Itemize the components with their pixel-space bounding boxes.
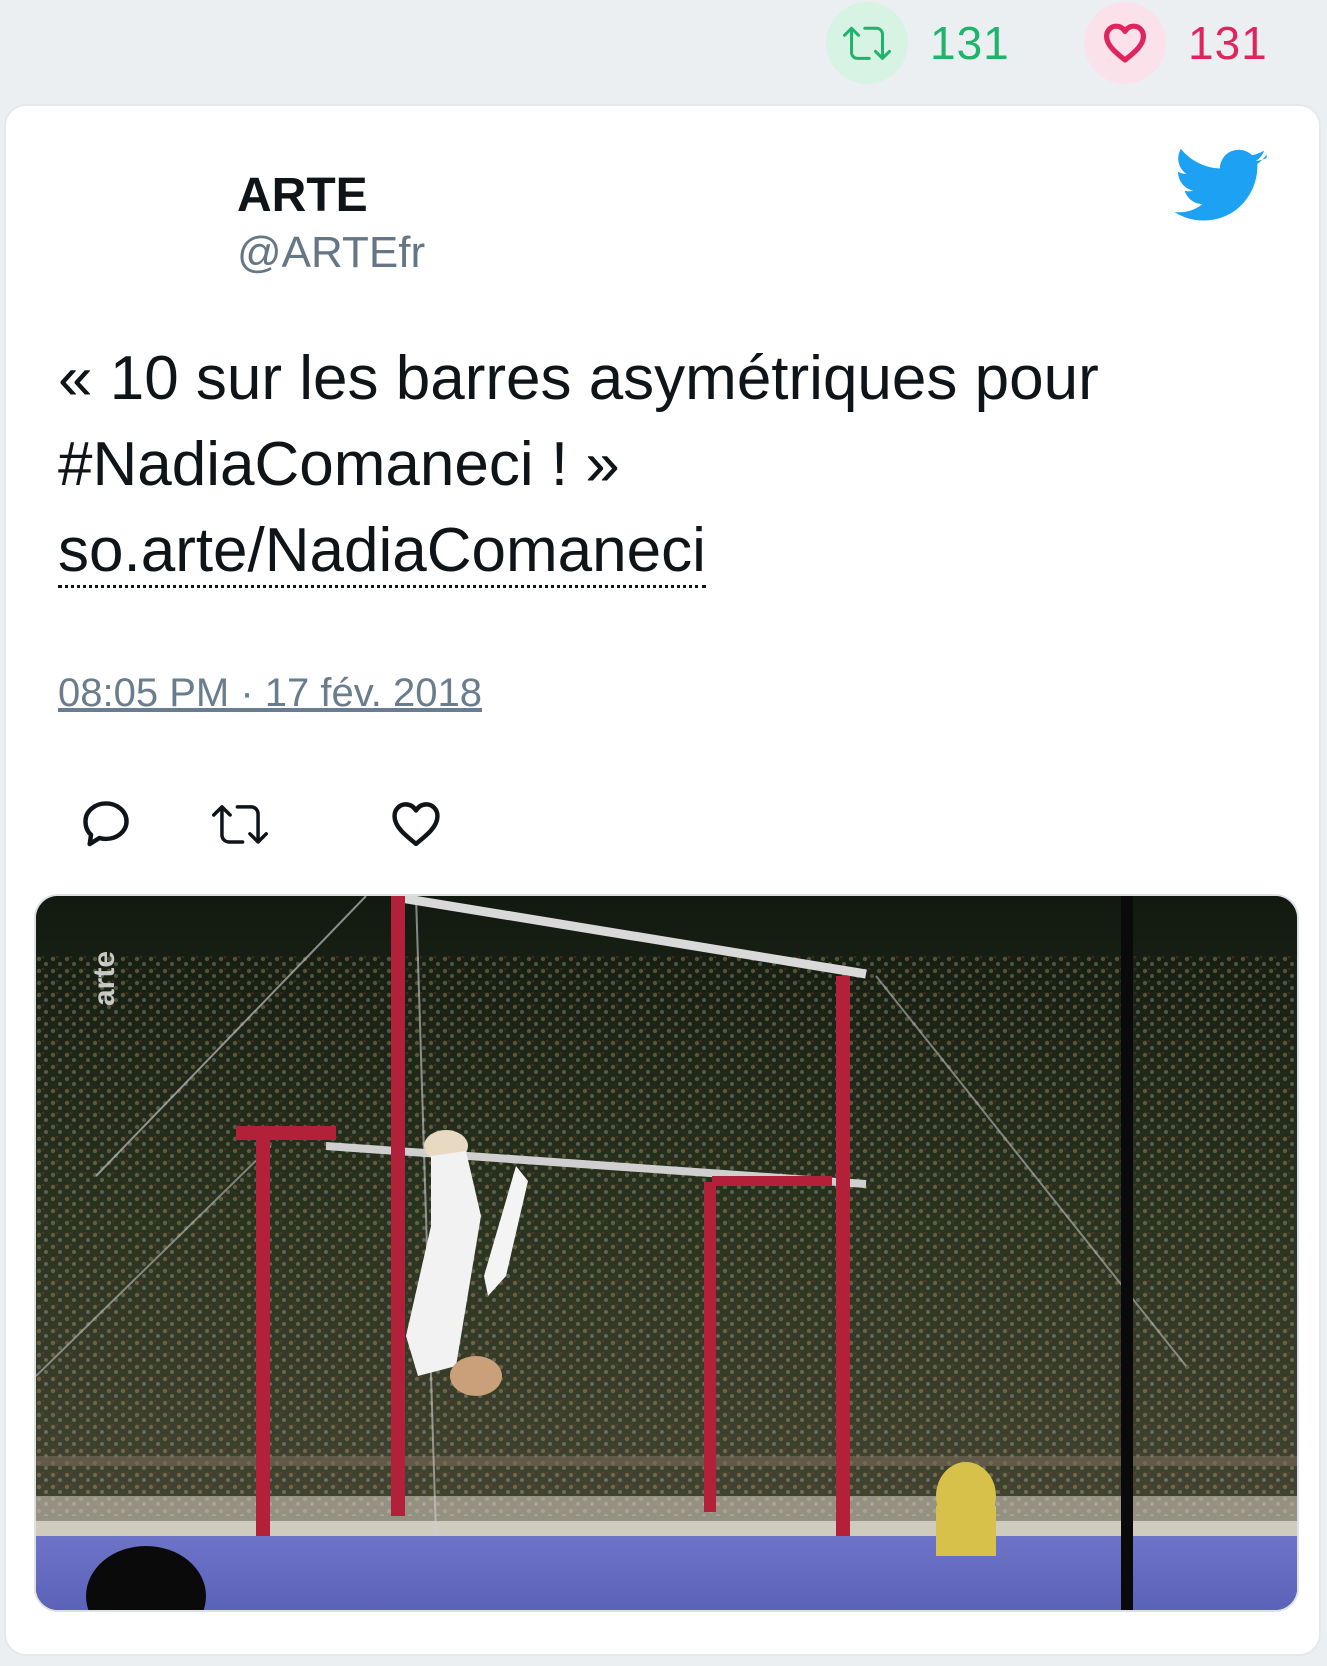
tweet-text: « 10 sur les barres asymétriques pour #N… [58,336,1278,594]
heart-icon[interactable] [388,796,444,852]
like-count: 131 [1188,17,1268,69]
retweet-count: 131 [930,17,1010,69]
tweet-text-line: « 10 sur les barres asymétriques pour [58,344,1099,413]
tweet-card: ARTE @ARTEfr « 10 sur les barres asymétr… [4,104,1321,1656]
reply-icon[interactable] [78,796,134,852]
heart-icon[interactable] [1084,2,1166,84]
tweet-timestamp[interactable]: 08:05 PM · 17 fév. 2018 [58,671,482,716]
retweet-stat[interactable]: 131 [826,0,1010,86]
author-name[interactable]: ARTE [237,168,368,223]
arte-watermark: arte [88,951,121,1006]
author-handle[interactable]: @ARTEfr [237,228,425,278]
retweet-icon[interactable] [212,796,268,852]
retweet-icon[interactable] [826,2,908,84]
tweet-link[interactable]: so.arte/NadiaComaneci [58,516,706,588]
tweet-hashtag-line[interactable]: #NadiaComaneci ! » [58,422,1278,508]
engagement-stats: 131 131 [0,0,1327,100]
video-thumbnail: arte [36,896,1297,1610]
twitter-bird-icon[interactable] [1174,148,1268,228]
like-stat[interactable]: 131 [1084,0,1268,86]
tweet-media-video[interactable]: arte [34,894,1299,1612]
